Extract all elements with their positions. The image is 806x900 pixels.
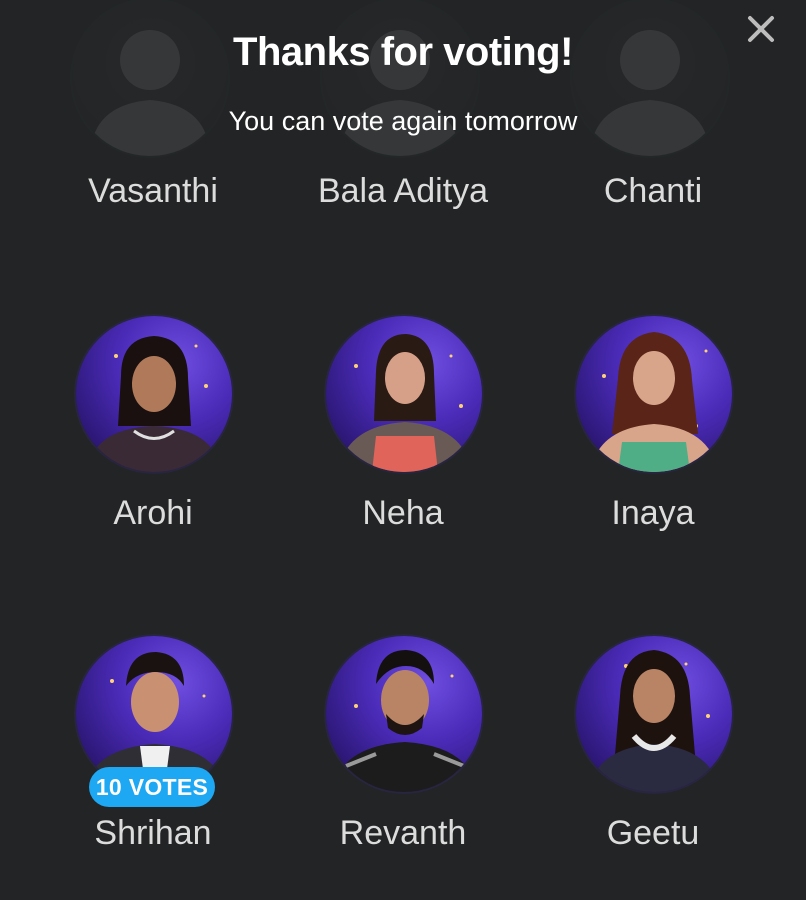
close-button[interactable] [744, 12, 778, 46]
person-silhouette-icon [590, 30, 710, 156]
contestant-name: Revanth [339, 814, 467, 852]
avatar [322, 0, 478, 156]
contestant-name: Arohi [113, 494, 193, 532]
voting-screen: Vasanthi Bala Aditya Chanti Thanks for v… [0, 0, 806, 900]
contestant-name: Chanti [603, 172, 703, 210]
contestant-card-geetu[interactable]: Geetu [528, 636, 778, 900]
contestant-card-bala-aditya[interactable]: Bala Aditya [278, 0, 528, 300]
contestant-name: Bala Aditya [317, 172, 489, 210]
contestant-card-inaya[interactable]: Inaya [528, 316, 778, 616]
contestant-card-chanti[interactable]: Chanti [528, 0, 778, 300]
contestant-name: Shrihan [94, 814, 212, 852]
avatar [572, 0, 728, 156]
avatar [326, 316, 482, 472]
contestant-photo [338, 334, 472, 472]
contestant-name: Inaya [611, 494, 695, 532]
contestant-card-neha[interactable]: Neha [278, 316, 528, 616]
avatar [576, 316, 732, 472]
contestant-name: Geetu [606, 814, 700, 852]
contestant-photo [86, 336, 222, 472]
avatar [576, 636, 732, 792]
avatar [72, 0, 228, 156]
contestant-card-vasanthi[interactable]: Vasanthi [28, 0, 278, 300]
votes-badge: 10 VOTES [89, 767, 215, 807]
avatar [76, 316, 232, 472]
person-silhouette-icon [340, 30, 460, 156]
contestant-photo [590, 332, 718, 472]
avatar [326, 636, 482, 792]
person-silhouette-icon [90, 30, 210, 156]
contestant-photo [588, 650, 720, 792]
close-icon [748, 16, 774, 42]
contestant-name: Vasanthi [88, 172, 218, 210]
contestant-card-arohi[interactable]: Arohi [28, 316, 278, 616]
contestant-photo [332, 650, 478, 792]
contestant-name: Neha [362, 494, 444, 532]
contestant-card-revanth[interactable]: Revanth [278, 636, 528, 900]
